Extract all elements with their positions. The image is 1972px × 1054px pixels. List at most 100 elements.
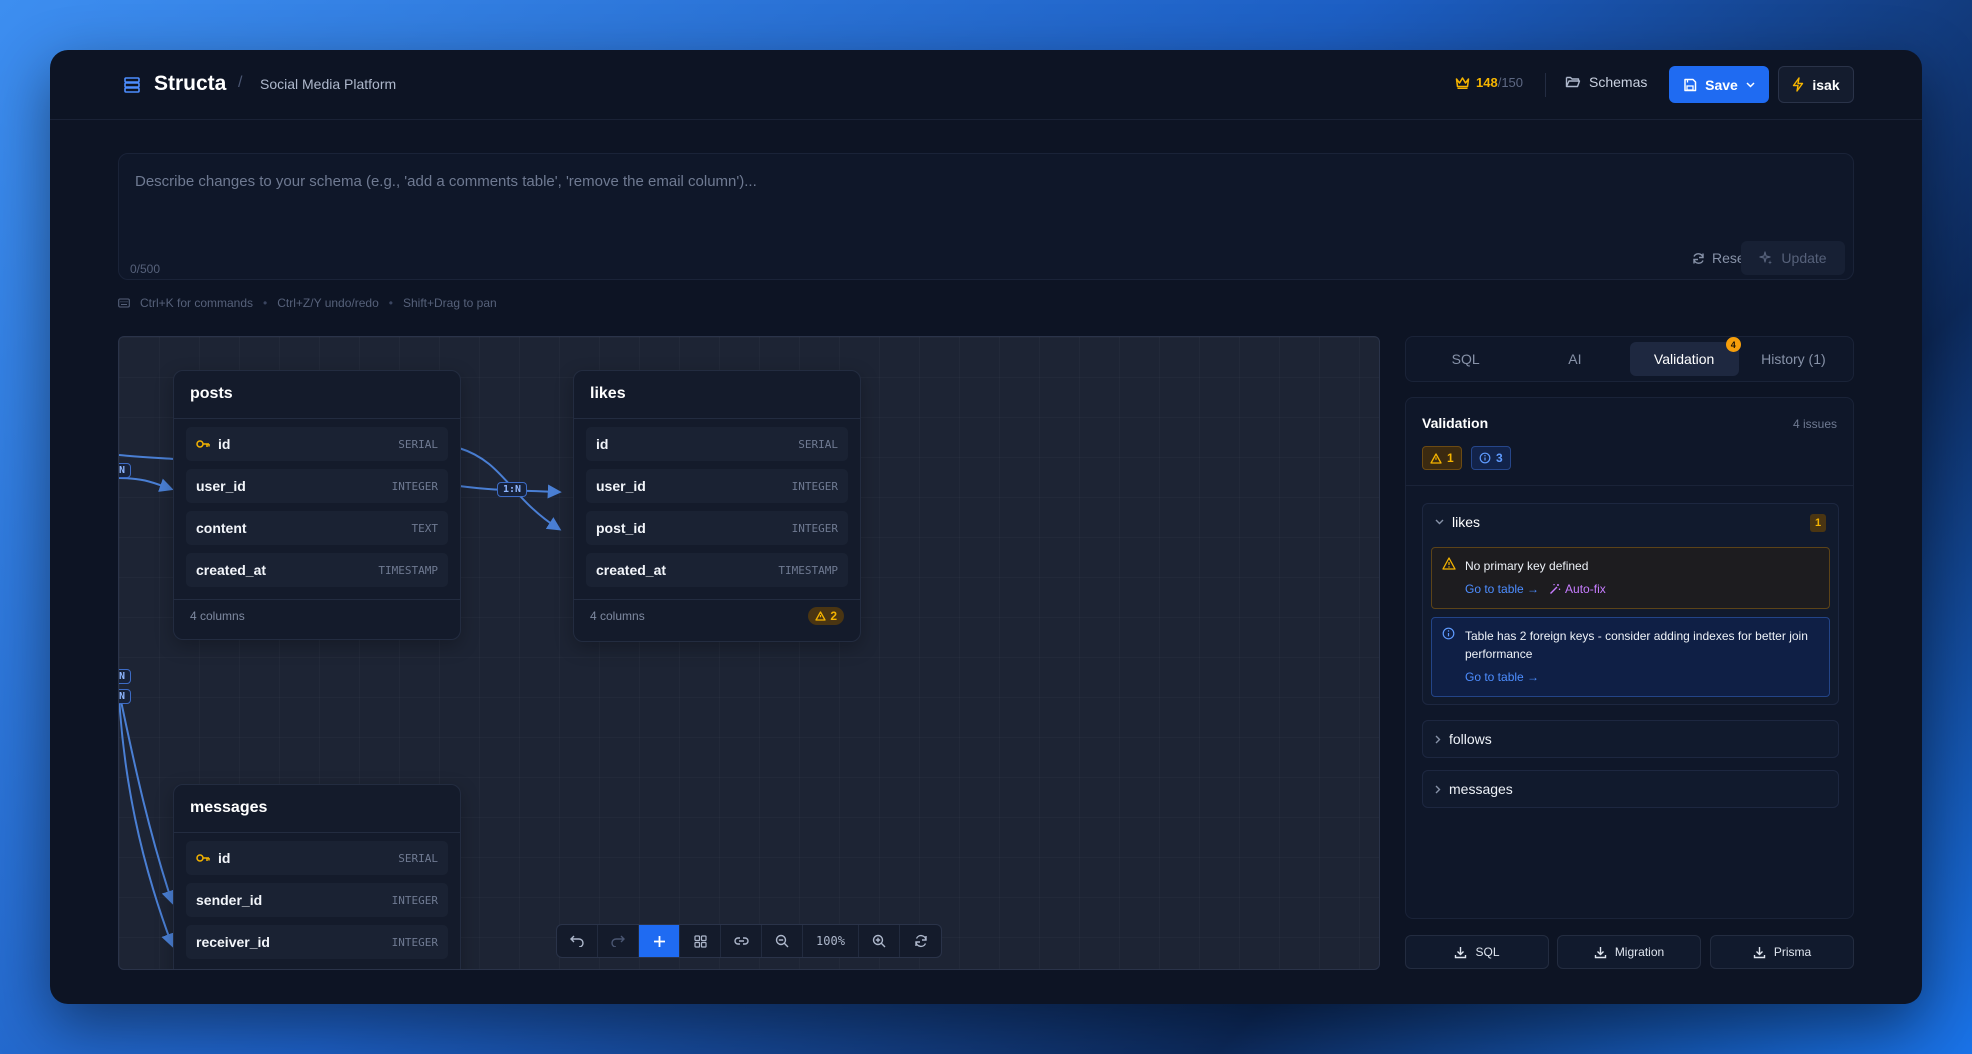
- auto-layout-button[interactable]: [680, 925, 721, 957]
- column-row[interactable]: created_at TIMESTAMP: [186, 553, 448, 587]
- header-divider: [1545, 73, 1546, 97]
- column-type: TIMESTAMP: [778, 563, 838, 577]
- user-menu-button[interactable]: isak: [1778, 66, 1854, 103]
- column-name: created_at: [596, 562, 667, 578]
- credits-used: 148: [1476, 75, 1498, 90]
- warning-count-badge[interactable]: 2: [808, 606, 844, 625]
- download-icon: [1594, 946, 1607, 958]
- info-circle-icon: [1442, 627, 1455, 640]
- column-row[interactable]: id SERIAL: [186, 427, 448, 461]
- warning-filter-badge[interactable]: 1: [1422, 446, 1462, 470]
- info-circle-icon: [1479, 452, 1491, 464]
- edge-label: N: [119, 689, 132, 704]
- column-name: content: [196, 520, 247, 536]
- redo-button[interactable]: [598, 925, 639, 957]
- edge-label: N: [119, 463, 132, 478]
- keyboard-icon: [118, 298, 130, 308]
- download-icon: [1455, 946, 1467, 958]
- column-count: 4 columns: [190, 608, 245, 623]
- column-row[interactable]: receiver_id INTEGER: [186, 925, 448, 959]
- issue-count: 4 issues: [1792, 417, 1837, 431]
- issue-message: No primary key defined: [1465, 559, 1589, 573]
- hint-separator: •: [388, 296, 393, 310]
- save-button[interactable]: Save: [1669, 66, 1769, 103]
- schemas-label: Schemas: [1589, 74, 1648, 90]
- column-row[interactable]: post_id INTEGER: [586, 511, 848, 545]
- zoom-in-button[interactable]: [859, 925, 900, 957]
- table-footer: 4 columns 2: [574, 599, 860, 631]
- edge-users-messages-1: [119, 691, 176, 905]
- undo-button[interactable]: [557, 925, 598, 957]
- export-migration-button[interactable]: Migration: [1557, 935, 1701, 969]
- group-header[interactable]: likes: [1435, 514, 1480, 530]
- go-to-table-link[interactable]: Go to table →: [1465, 582, 1539, 596]
- update-label: Update: [1781, 250, 1827, 266]
- export-prisma-button[interactable]: Prisma: [1710, 935, 1854, 969]
- column-row[interactable]: id SERIAL: [186, 841, 448, 875]
- validation-group-messages[interactable]: messages: [1422, 770, 1839, 808]
- user-name: isak: [1812, 76, 1840, 93]
- tab-validation[interactable]: Validation 4: [1629, 337, 1741, 376]
- add-relation-button[interactable]: [721, 925, 762, 957]
- group-name: messages: [1449, 781, 1513, 797]
- column-name: id: [218, 850, 231, 866]
- export-sql-button[interactable]: SQL: [1405, 935, 1549, 969]
- column-row[interactable]: created_at TIMESTAMP: [586, 553, 848, 587]
- lightning-icon: [1793, 77, 1804, 92]
- issue-message: Table has 2 foreign keys - consider addi…: [1465, 629, 1808, 661]
- chevron-down-icon[interactable]: [1746, 81, 1755, 88]
- tab-history[interactable]: History (1): [1739, 342, 1848, 376]
- validation-panel: Validation 4 issues 1 3 likes 1 No prima…: [1405, 397, 1854, 919]
- schema-prompt-input[interactable]: [135, 166, 1735, 196]
- tab-ai[interactable]: AI: [1520, 342, 1629, 376]
- column-type: SERIAL: [798, 437, 838, 451]
- go-to-table-link[interactable]: Go to table →: [1465, 670, 1539, 684]
- credits-indicator: 148/150: [1455, 75, 1523, 90]
- column-row[interactable]: sender_id INTEGER: [186, 883, 448, 917]
- app-header: Structa / Social Media Platform 148/150 …: [50, 50, 1922, 120]
- column-row[interactable]: user_id INTEGER: [586, 469, 848, 503]
- update-button[interactable]: Update: [1741, 241, 1845, 275]
- database-logo-icon: [124, 77, 140, 93]
- table-card-messages[interactable]: messages id SERIAL sender_id INTEGER rec…: [173, 784, 461, 969]
- validation-group-follows[interactable]: follows: [1422, 720, 1839, 758]
- schema-canvas[interactable]: N 1:N N N posts id SERIAL user_id INTEGE…: [118, 336, 1380, 970]
- credits-max: /150: [1497, 75, 1524, 90]
- brand-name[interactable]: Structa: [154, 72, 226, 96]
- column-row[interactable]: content TEXT: [186, 511, 448, 545]
- tab-sql[interactable]: SQL: [1411, 342, 1520, 376]
- table-name[interactable]: posts: [174, 371, 460, 419]
- table-name[interactable]: messages: [174, 785, 460, 833]
- column-name: receiver_id: [196, 934, 270, 950]
- primary-key-icon: [196, 854, 210, 862]
- zoom-out-icon: [775, 934, 789, 948]
- schemas-button[interactable]: Schemas: [1565, 74, 1647, 90]
- column-type: TIMESTAMP: [378, 563, 438, 577]
- plus-icon: [653, 935, 665, 947]
- add-table-button[interactable]: [639, 925, 680, 957]
- edge-users-posts-2: [119, 477, 174, 492]
- table-name[interactable]: likes: [574, 371, 860, 419]
- save-icon: [1684, 78, 1697, 91]
- zoom-level[interactable]: 100%: [803, 925, 859, 957]
- column-list: id SERIAL user_id INTEGER content TEXT c…: [174, 419, 460, 599]
- column-type: INTEGER: [391, 479, 438, 493]
- edge-label: N: [119, 669, 132, 684]
- info-filter-badge[interactable]: 3: [1471, 446, 1511, 470]
- group-name: likes: [1452, 514, 1481, 530]
- reset-view-button[interactable]: [900, 925, 941, 957]
- table-card-posts[interactable]: posts id SERIAL user_id INTEGER content …: [173, 370, 461, 640]
- panel-divider: [1406, 485, 1853, 486]
- column-row[interactable]: id SERIAL: [586, 427, 848, 461]
- column-name: user_id: [596, 478, 646, 494]
- warning-triangle-icon: [1430, 452, 1442, 464]
- warning-triangle-icon: [815, 610, 826, 621]
- canvas-toolbar: 100%: [556, 924, 942, 958]
- table-card-likes[interactable]: likes id SERIAL user_id INTEGER post_id …: [573, 370, 861, 642]
- auto-fix-button[interactable]: Auto-fix: [1549, 582, 1606, 596]
- magic-wand-icon: [1550, 584, 1561, 594]
- zoom-out-button[interactable]: [762, 925, 803, 957]
- project-name[interactable]: Social Media Platform: [260, 76, 396, 92]
- column-row[interactable]: user_id INTEGER: [186, 469, 448, 503]
- edge-users-messages-2: [119, 696, 175, 948]
